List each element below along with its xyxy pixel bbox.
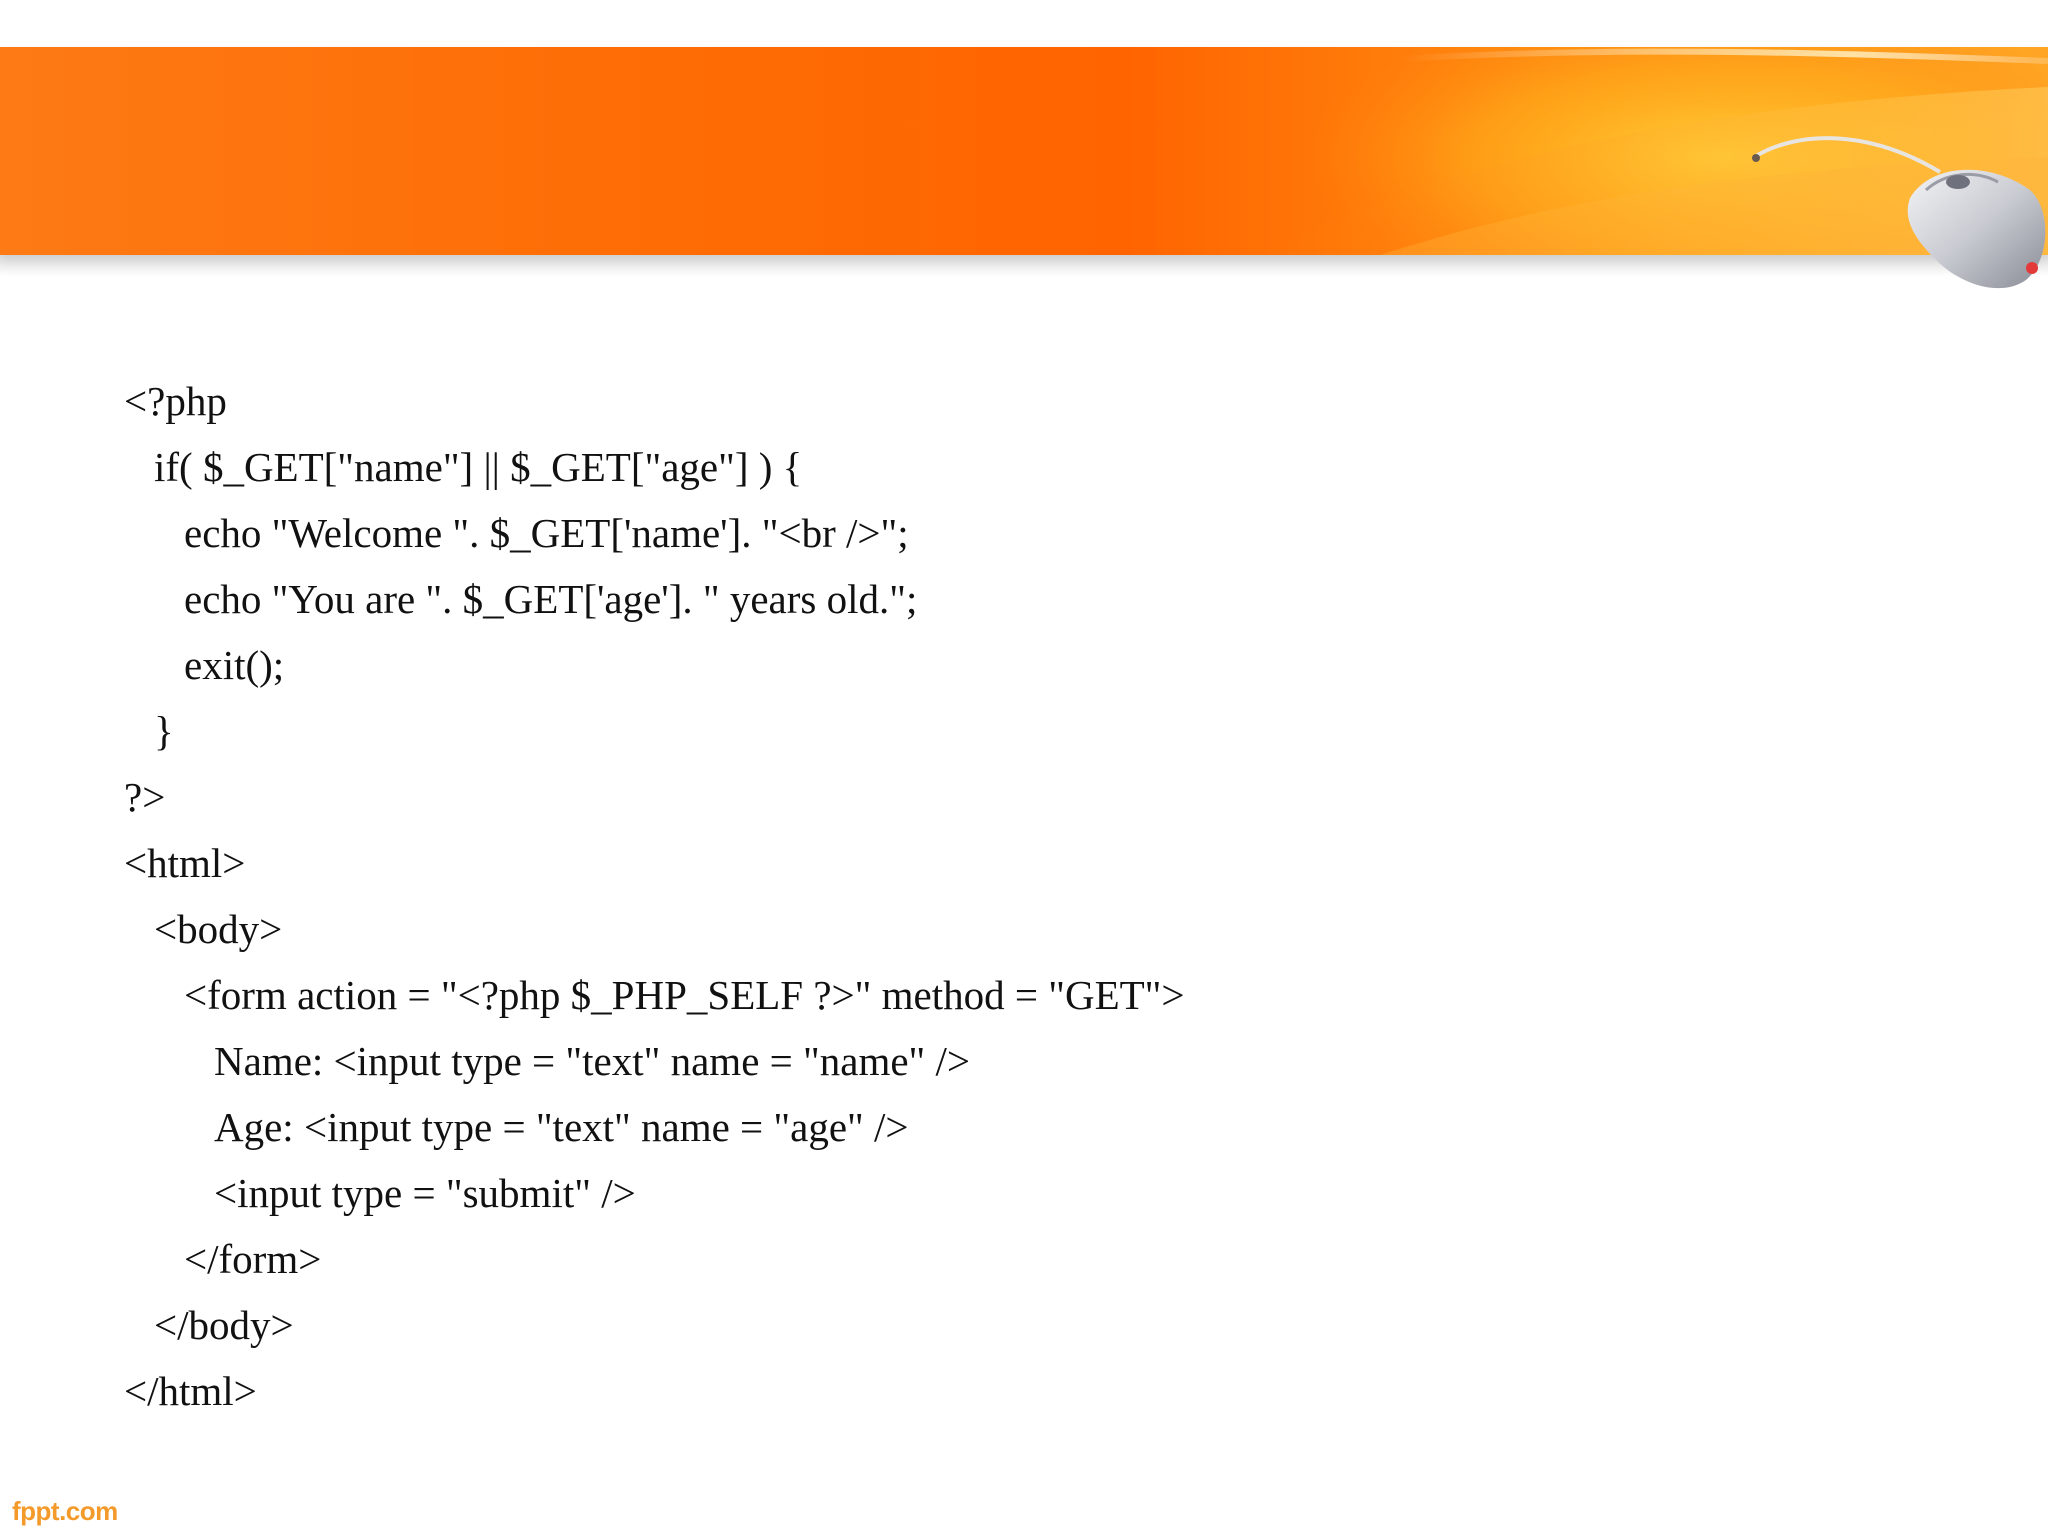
code-line: } bbox=[154, 708, 174, 754]
code-line: <form action = "<?php $_PHP_SELF ?>" met… bbox=[184, 972, 1185, 1018]
code-line: <input type = "submit" /> bbox=[214, 1170, 636, 1216]
code-line: echo "Welcome ". $_GET['name']. "<br />"… bbox=[184, 510, 909, 556]
code-line: ?> bbox=[124, 774, 166, 820]
slide: <?php if( $_GET["name"] || $_GET["age"] )… bbox=[0, 0, 2048, 1536]
code-listing: <?php if( $_GET["name"] || $_GET["age"] )… bbox=[124, 368, 1185, 1424]
code-line: exit(); bbox=[184, 642, 285, 688]
code-line: echo "You are ". $_GET['age']. " years o… bbox=[184, 576, 918, 622]
code-line: Name: <input type = "text" name = "name"… bbox=[214, 1038, 971, 1084]
code-line: Age: <input type = "text" name = "age" /… bbox=[214, 1104, 909, 1150]
code-line: <html> bbox=[124, 840, 246, 886]
code-line: <?php bbox=[124, 378, 227, 424]
code-line: </form> bbox=[184, 1236, 322, 1282]
code-line: <body> bbox=[154, 906, 283, 952]
code-line: </html> bbox=[124, 1368, 257, 1414]
code-line: if( $_GET["name"] || $_GET["age"] ) { bbox=[154, 444, 803, 490]
computer-mouse-icon bbox=[1740, 120, 2048, 300]
code-line: </body> bbox=[154, 1302, 294, 1348]
footer-brand-logo: fppt.com bbox=[12, 1496, 118, 1526]
